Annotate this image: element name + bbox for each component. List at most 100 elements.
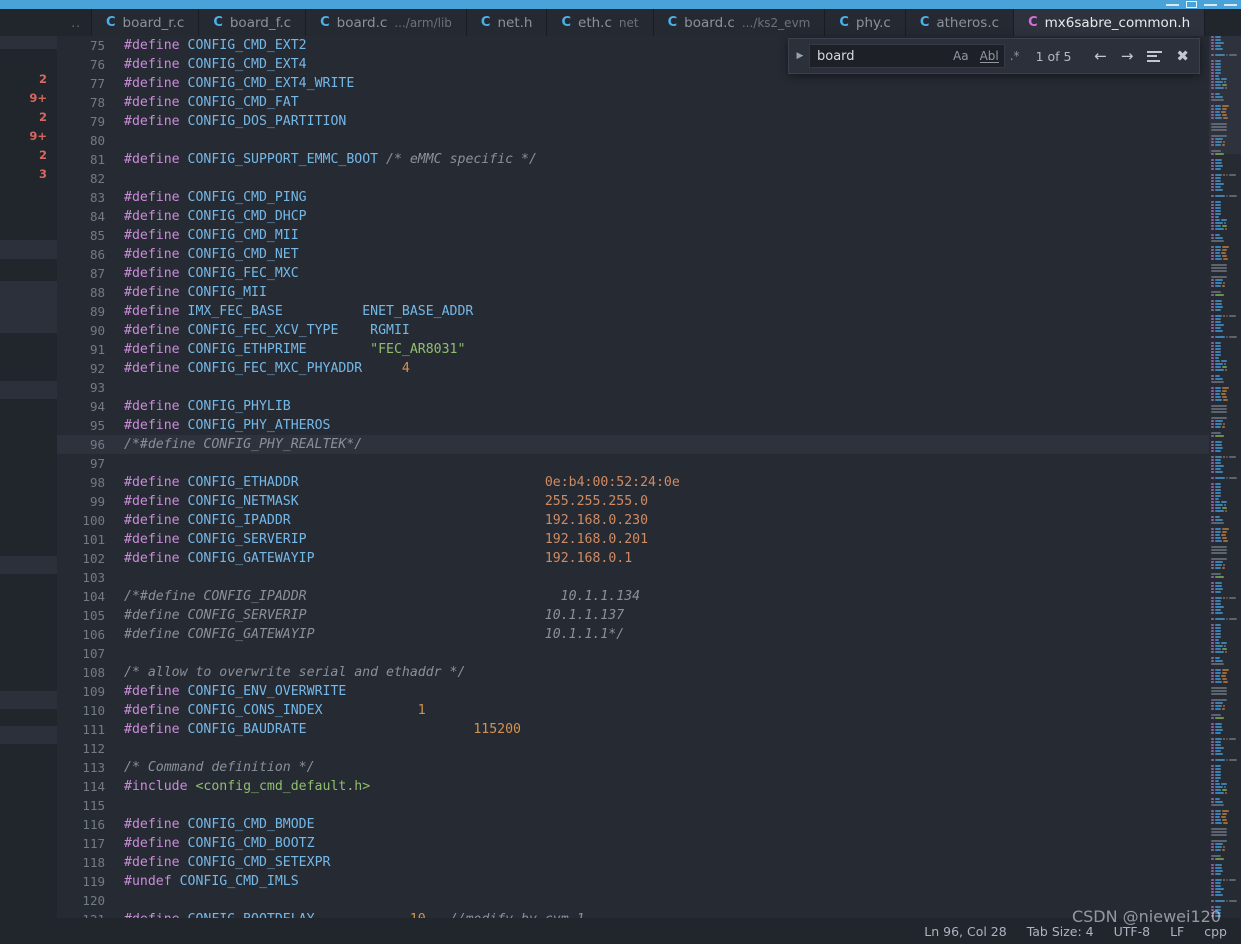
code-line[interactable]: 105 #define CONFIG_SERVERIP 10.1.1.137: [57, 606, 1209, 625]
editor-tab-net-h[interactable]: Cnet.h: [466, 9, 548, 36]
code-line[interactable]: 93: [57, 378, 1209, 397]
code-line[interactable]: 120: [57, 891, 1209, 910]
code-line[interactable]: 111 #define CONFIG_BAUDRATE 115200: [57, 720, 1209, 739]
editor-tab-phy-c[interactable]: Cphy.c: [825, 9, 906, 36]
code-line[interactable]: 107: [57, 644, 1209, 663]
code-line[interactable]: 116 #define CONFIG_CMD_BMODE: [57, 815, 1209, 834]
restore-icon[interactable]: [1204, 3, 1217, 6]
encoding-setting[interactable]: UTF-8: [1114, 924, 1150, 939]
line-source: #define CONFIG_DOS_PARTITION: [124, 112, 346, 131]
eol-setting[interactable]: LF: [1170, 924, 1184, 939]
minimap-segment: [1221, 219, 1227, 221]
minimap-segment: [1222, 537, 1227, 539]
code-line[interactable]: 110 #define CONFIG_CONS_INDEX 1: [57, 701, 1209, 720]
code-line[interactable]: 114 #include <config_cmd_default.h>: [57, 777, 1209, 796]
code-line[interactable]: 87 #define CONFIG_FEC_MXC: [57, 264, 1209, 283]
minimap-segment: [1215, 744, 1221, 746]
code-line[interactable]: 97: [57, 454, 1209, 473]
code-line[interactable]: 112: [57, 739, 1209, 758]
code-line[interactable]: 106 #define CONFIG_GATEWAYIP 10.1.1.1*/: [57, 625, 1209, 644]
code-line[interactable]: 90 #define CONFIG_FEC_XCV_TYPE RGMII: [57, 321, 1209, 340]
code-line[interactable]: 119 #undef CONFIG_CMD_IMLS: [57, 872, 1209, 891]
code-line[interactable]: 95 #define CONFIG_PHY_ATHEROS: [57, 416, 1209, 435]
minimap-segment: [1215, 363, 1223, 365]
code-line[interactable]: 108 /* allow to overwrite serial and etha…: [57, 663, 1209, 682]
code-line[interactable]: 84 #define CONFIG_CMD_DHCP: [57, 207, 1209, 226]
find-options[interactable]: Aa Abl .*: [953, 49, 1020, 63]
minimize-icon[interactable]: [1166, 3, 1179, 6]
code-line[interactable]: 80: [57, 131, 1209, 150]
editor-tab-eth-c[interactable]: Ceth.c net: [547, 9, 654, 36]
tab-size-setting[interactable]: Tab Size: 4: [1027, 924, 1094, 939]
minimap-slider[interactable]: [1209, 36, 1241, 154]
minimap-segment: [1215, 591, 1221, 593]
arrow-left-icon[interactable]: ←: [1094, 48, 1107, 64]
maximize-icon[interactable]: [1186, 1, 1197, 8]
minimap-segment: [1215, 633, 1221, 635]
find-in-selection-icon[interactable]: [1147, 50, 1163, 62]
minimap-segment: [1215, 369, 1224, 371]
find-widget[interactable]: ▶ board Aa Abl .* 1 of 5 ← → ✖: [788, 38, 1200, 74]
code-line[interactable]: 89 #define IMX_FEC_BASE ENET_BASE_ADDR: [57, 302, 1209, 321]
close-icon[interactable]: ✖: [1176, 48, 1189, 64]
code-line[interactable]: 104 /*#define CONFIG_IPADDR 10.1.1.134: [57, 587, 1209, 606]
window-controls[interactable]: [1166, 0, 1237, 9]
editor-tab-board-c[interactable]: Cboard.c .../ks2_evm: [653, 9, 826, 36]
whole-word-toggle[interactable]: Abl: [979, 50, 999, 63]
minimap-segment: [1211, 828, 1227, 830]
minimap-segment: [1224, 786, 1226, 788]
code-line[interactable]: 117 #define CONFIG_CMD_BOOTZ: [57, 834, 1209, 853]
cursor-position[interactable]: Ln 96, Col 28: [924, 924, 1006, 939]
code-line[interactable]: 101 #define CONFIG_SERVERIP 192.168.0.201: [57, 530, 1209, 549]
arrow-right-icon[interactable]: →: [1121, 48, 1134, 64]
close-icon[interactable]: [1224, 3, 1237, 6]
minimap[interactable]: [1209, 36, 1241, 944]
code-line[interactable]: 91 #define CONFIG_ETHPRIME "FEC_AR8031": [57, 340, 1209, 359]
editor-tab-board-c[interactable]: Cboard.c .../arm/lib: [306, 9, 467, 36]
editor-tab-board-r-c[interactable]: Cboard_r.c: [92, 9, 200, 36]
minimap-segment: [1211, 774, 1214, 776]
editor-tab-mx6sabre-common-h[interactable]: Cmx6sabre_common.h: [1014, 9, 1206, 36]
code-line[interactable]: 99 #define CONFIG_NETMASK 255.255.255.0: [57, 492, 1209, 511]
language-mode[interactable]: cpp: [1204, 924, 1227, 939]
minimap-segment: [1215, 321, 1221, 323]
token-nm: 115200: [473, 722, 521, 737]
code-line[interactable]: 78 #define CONFIG_CMD_FAT: [57, 93, 1209, 112]
chevron-right-icon[interactable]: ▶: [791, 51, 809, 61]
code-line[interactable]: 113 /* Command definition */: [57, 758, 1209, 777]
minimap-segment: [1215, 462, 1221, 464]
code-line[interactable]: 85 #define CONFIG_CMD_MII: [57, 226, 1209, 245]
status-bar[interactable]: Ln 96, Col 28 Tab Size: 4 UTF-8 LF cpp: [0, 918, 1241, 944]
code-line[interactable]: 79 #define CONFIG_DOS_PARTITION: [57, 112, 1209, 131]
match-case-toggle[interactable]: Aa: [953, 49, 969, 63]
editor-tab-bar[interactable]: .. Cboard_r.c Cboard_f.c Cboard.c .../arm/li…: [0, 9, 1241, 36]
code-line[interactable]: 103: [57, 568, 1209, 587]
code-line[interactable]: 118 #define CONFIG_CMD_SETEXPR: [57, 853, 1209, 872]
minimap-segment: [1211, 777, 1214, 779]
code-line[interactable]: 88 #define CONFIG_MII: [57, 283, 1209, 302]
code-line[interactable]: 92 #define CONFIG_FEC_MXC_PHYADDR 4: [57, 359, 1209, 378]
code-editor[interactable]: 75 #define CONFIG_CMD_EXT2 76 #define CONFI…: [57, 36, 1209, 944]
code-lines[interactable]: 75 #define CONFIG_CMD_EXT2 76 #define CONFI…: [57, 36, 1209, 929]
code-line[interactable]: 86 #define CONFIG_CMD_NET: [57, 245, 1209, 264]
code-line[interactable]: 98 #define CONFIG_ETHADDR 0e:b4:00:52:24:…: [57, 473, 1209, 492]
code-line[interactable]: 94 #define CONFIG_PHYLIB: [57, 397, 1209, 416]
minimap-segment: [1211, 873, 1214, 875]
code-line[interactable]: 109 #define CONFIG_ENV_OVERWRITE: [57, 682, 1209, 701]
minimap-segment: [1215, 435, 1224, 437]
side-panel[interactable]: 2 9+ 2 9+ 2 3: [0, 36, 57, 944]
code-line[interactable]: 83 #define CONFIG_CMD_PING: [57, 188, 1209, 207]
editor-tab-board-f-c[interactable]: Cboard_f.c: [199, 9, 307, 36]
minimap-segment: [1215, 885, 1221, 887]
find-navigation[interactable]: ← → ✖: [1094, 48, 1193, 64]
editor-tab-atheros-c[interactable]: Catheros.c: [905, 9, 1015, 36]
code-line[interactable]: 100 #define CONFIG_IPADDR 192.168.0.230: [57, 511, 1209, 530]
tab-overflow-indicator[interactable]: ..: [0, 9, 92, 36]
code-line[interactable]: 96 /*#define CONFIG_PHY_REALTEK*/: [57, 435, 1209, 454]
regex-toggle[interactable]: .*: [1010, 49, 1020, 63]
code-line[interactable]: 77 #define CONFIG_CMD_EXT4_WRITE: [57, 74, 1209, 93]
code-line[interactable]: 81 #define CONFIG_SUPPORT_EMMC_BOOT /* eM…: [57, 150, 1209, 169]
code-line[interactable]: 82: [57, 169, 1209, 188]
code-line[interactable]: 102 #define CONFIG_GATEWAYIP 192.168.0.1: [57, 549, 1209, 568]
code-line[interactable]: 115: [57, 796, 1209, 815]
